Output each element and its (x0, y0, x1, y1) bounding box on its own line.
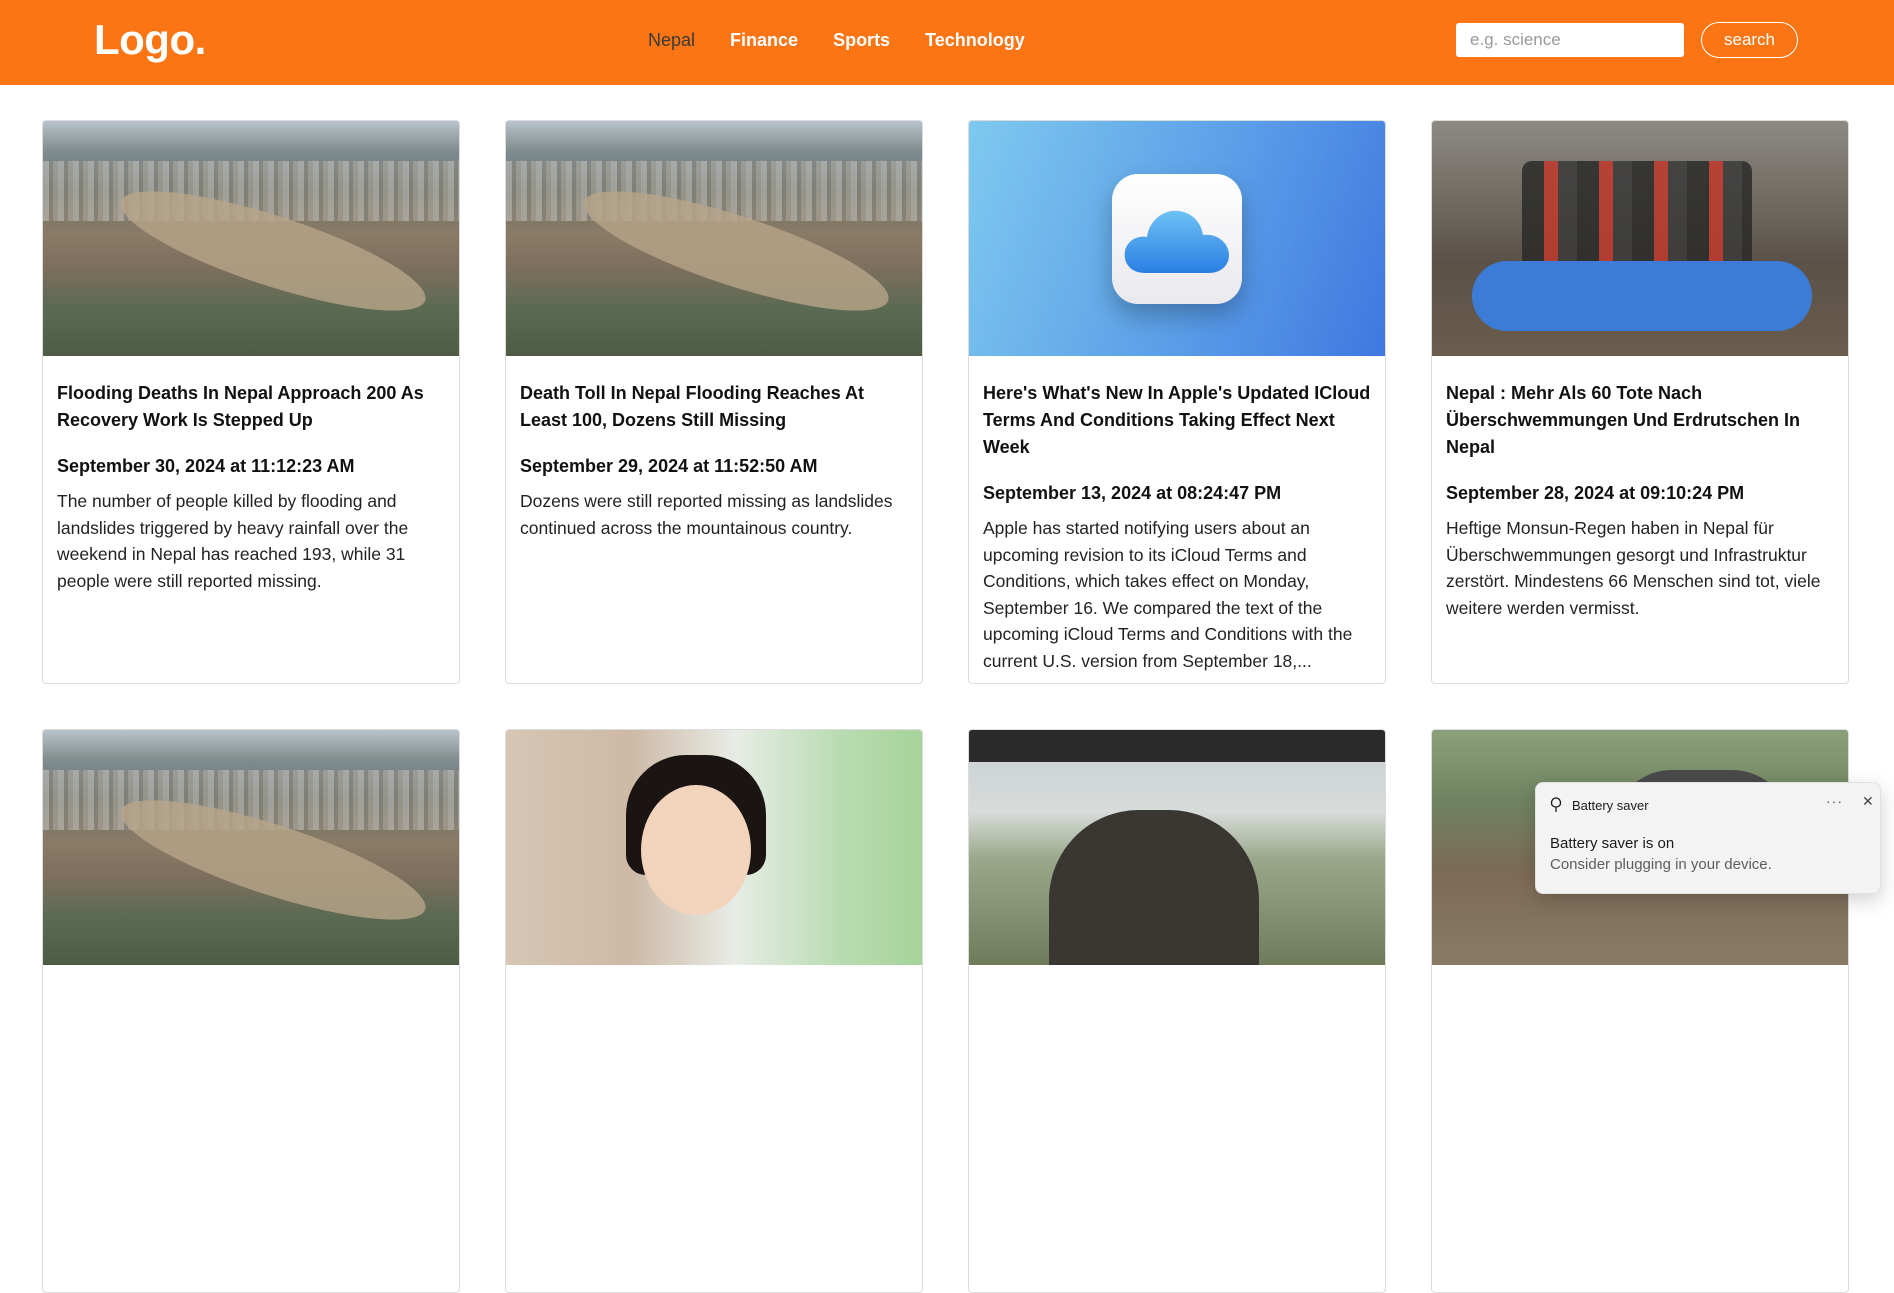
notification-app-name: Battery saver (1572, 797, 1649, 813)
news-image-icloud (969, 121, 1385, 356)
news-image-flood-aerial (506, 121, 922, 356)
news-card[interactable] (968, 729, 1386, 1293)
notification-message: Consider plugging in your device. (1550, 856, 1772, 873)
card-description: Dozens were still reported missing as la… (520, 491, 893, 538)
card-body (1432, 965, 1848, 989)
card-body: Nepal : Mehr Als 60 Tote Nach Überschwem… (1432, 356, 1848, 621)
news-card[interactable] (505, 729, 923, 1293)
navbar: Logo. Nepal Finance Sports Technology se… (0, 0, 1894, 85)
nav-link-nepal[interactable]: Nepal (648, 30, 695, 51)
news-card[interactable] (42, 729, 460, 1293)
card-date: September 30, 2024 at 11:12:23 AM (57, 456, 355, 476)
notification-title: Battery saver is on (1550, 835, 1675, 852)
card-body: Death Toll In Nepal Flooding Reaches At … (506, 356, 922, 541)
card-description: Apple has started notifying users about … (983, 518, 1353, 671)
card-title[interactable]: Here's What's New In Apple's Updated ICl… (983, 380, 1371, 461)
search-input[interactable] (1456, 23, 1684, 57)
news-card[interactable]: Flooding Deaths In Nepal Approach 200 As… (42, 120, 460, 684)
nav-link-finance[interactable]: Finance (730, 30, 798, 51)
news-image-flood-aerial (43, 121, 459, 356)
news-card[interactable]: Here's What's New In Apple's Updated ICl… (968, 120, 1386, 684)
news-image-child-portrait (506, 730, 922, 965)
card-body: Here's What's New In Apple's Updated ICl… (969, 356, 1385, 674)
news-card[interactable]: Nepal : Mehr Als 60 Tote Nach Überschwem… (1431, 120, 1849, 684)
card-description: Heftige Monsun-Regen haben in Nepal für … (1446, 518, 1821, 618)
card-date: September 28, 2024 at 09:10:24 PM (1446, 483, 1745, 503)
main-nav: Nepal Finance Sports Technology (648, 30, 1025, 51)
card-title[interactable]: Flooding Deaths In Nepal Approach 200 As… (57, 380, 445, 434)
card-body (43, 965, 459, 989)
battery-saver-icon (1550, 797, 1562, 812)
news-image-safari-couple (969, 730, 1385, 965)
nav-link-sports[interactable]: Sports (833, 30, 890, 51)
card-description: The number of people killed by flooding … (57, 491, 409, 591)
site-logo[interactable]: Logo. (94, 16, 206, 64)
search-button[interactable]: search (1701, 22, 1798, 58)
notification-header: Battery saver (1550, 797, 1649, 813)
news-card[interactable]: Death Toll In Nepal Flooding Reaches At … (505, 120, 923, 684)
card-body (969, 965, 1385, 989)
card-title[interactable]: Death Toll In Nepal Flooding Reaches At … (520, 380, 908, 434)
news-image-flood-aerial (43, 730, 459, 965)
close-icon[interactable]: ✕ (1862, 793, 1874, 810)
more-options-icon[interactable]: ··· (1826, 793, 1843, 809)
icloud-app-icon (1112, 173, 1242, 304)
card-date: September 29, 2024 at 11:52:50 AM (520, 456, 818, 476)
card-body (506, 965, 922, 989)
news-image-rescue-raft (1432, 121, 1848, 356)
card-body: Flooding Deaths In Nepal Approach 200 As… (43, 356, 459, 594)
card-date: September 13, 2024 at 08:24:47 PM (983, 483, 1282, 503)
battery-saver-notification[interactable]: Battery saver ··· ✕ Battery saver is on … (1535, 782, 1881, 894)
news-grid: Flooding Deaths In Nepal Approach 200 As… (42, 120, 1849, 1293)
nav-link-technology[interactable]: Technology (925, 30, 1025, 51)
card-title[interactable]: Nepal : Mehr Als 60 Tote Nach Überschwem… (1446, 380, 1834, 461)
